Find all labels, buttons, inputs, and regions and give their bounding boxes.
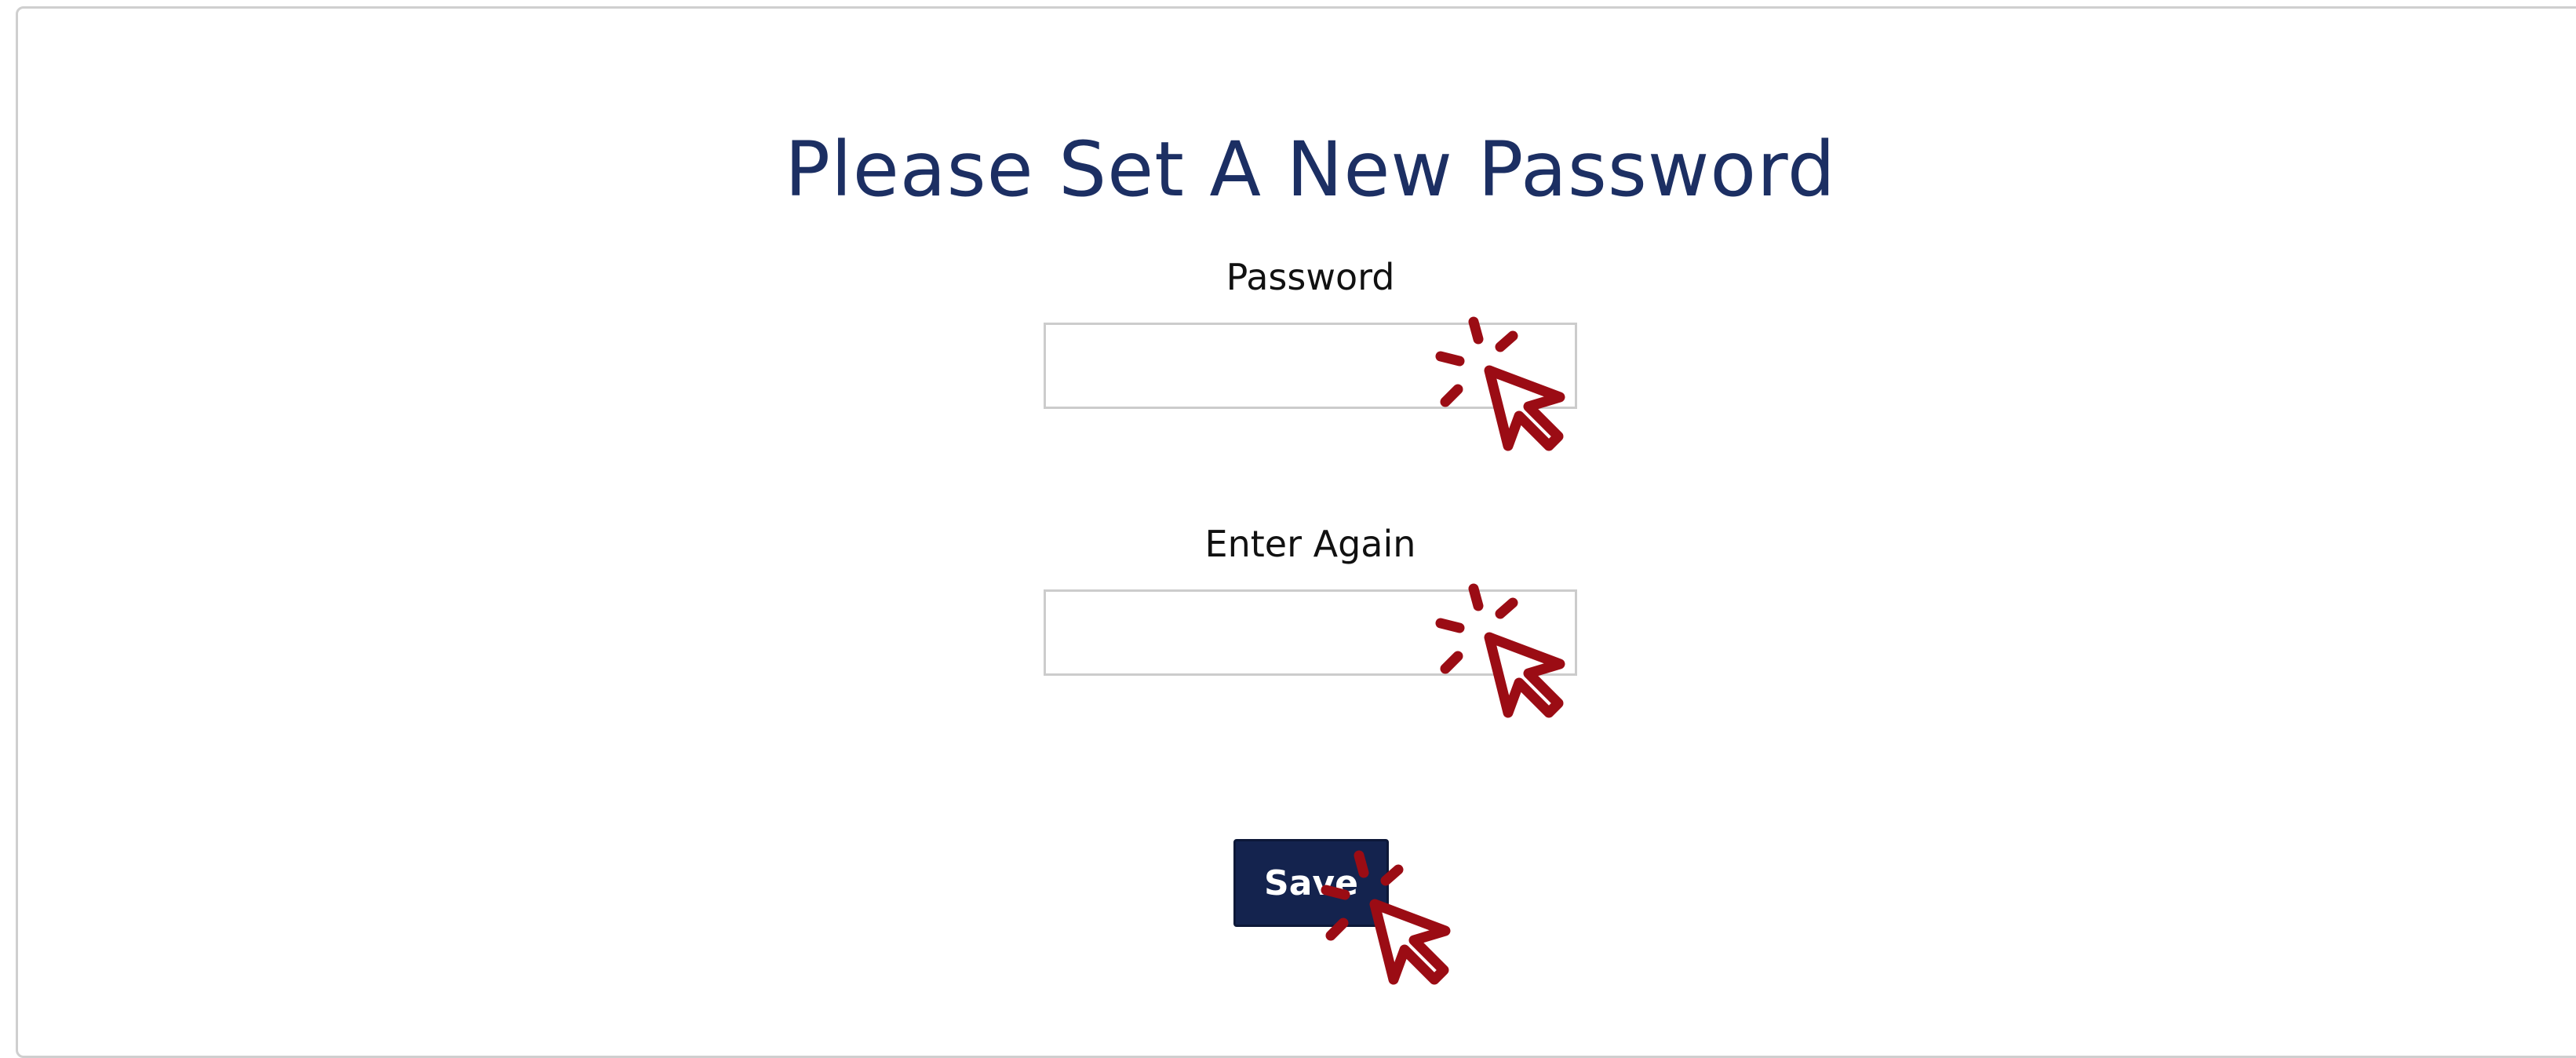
confirm-password-label: Enter Again — [1204, 523, 1416, 565]
password-field[interactable] — [1044, 323, 1577, 409]
confirm-password-field[interactable] — [1044, 589, 1577, 676]
password-label: Password — [1226, 256, 1395, 298]
page-title: Please Set A New Password — [785, 126, 1836, 213]
save-button[interactable]: Save — [1233, 839, 1389, 927]
